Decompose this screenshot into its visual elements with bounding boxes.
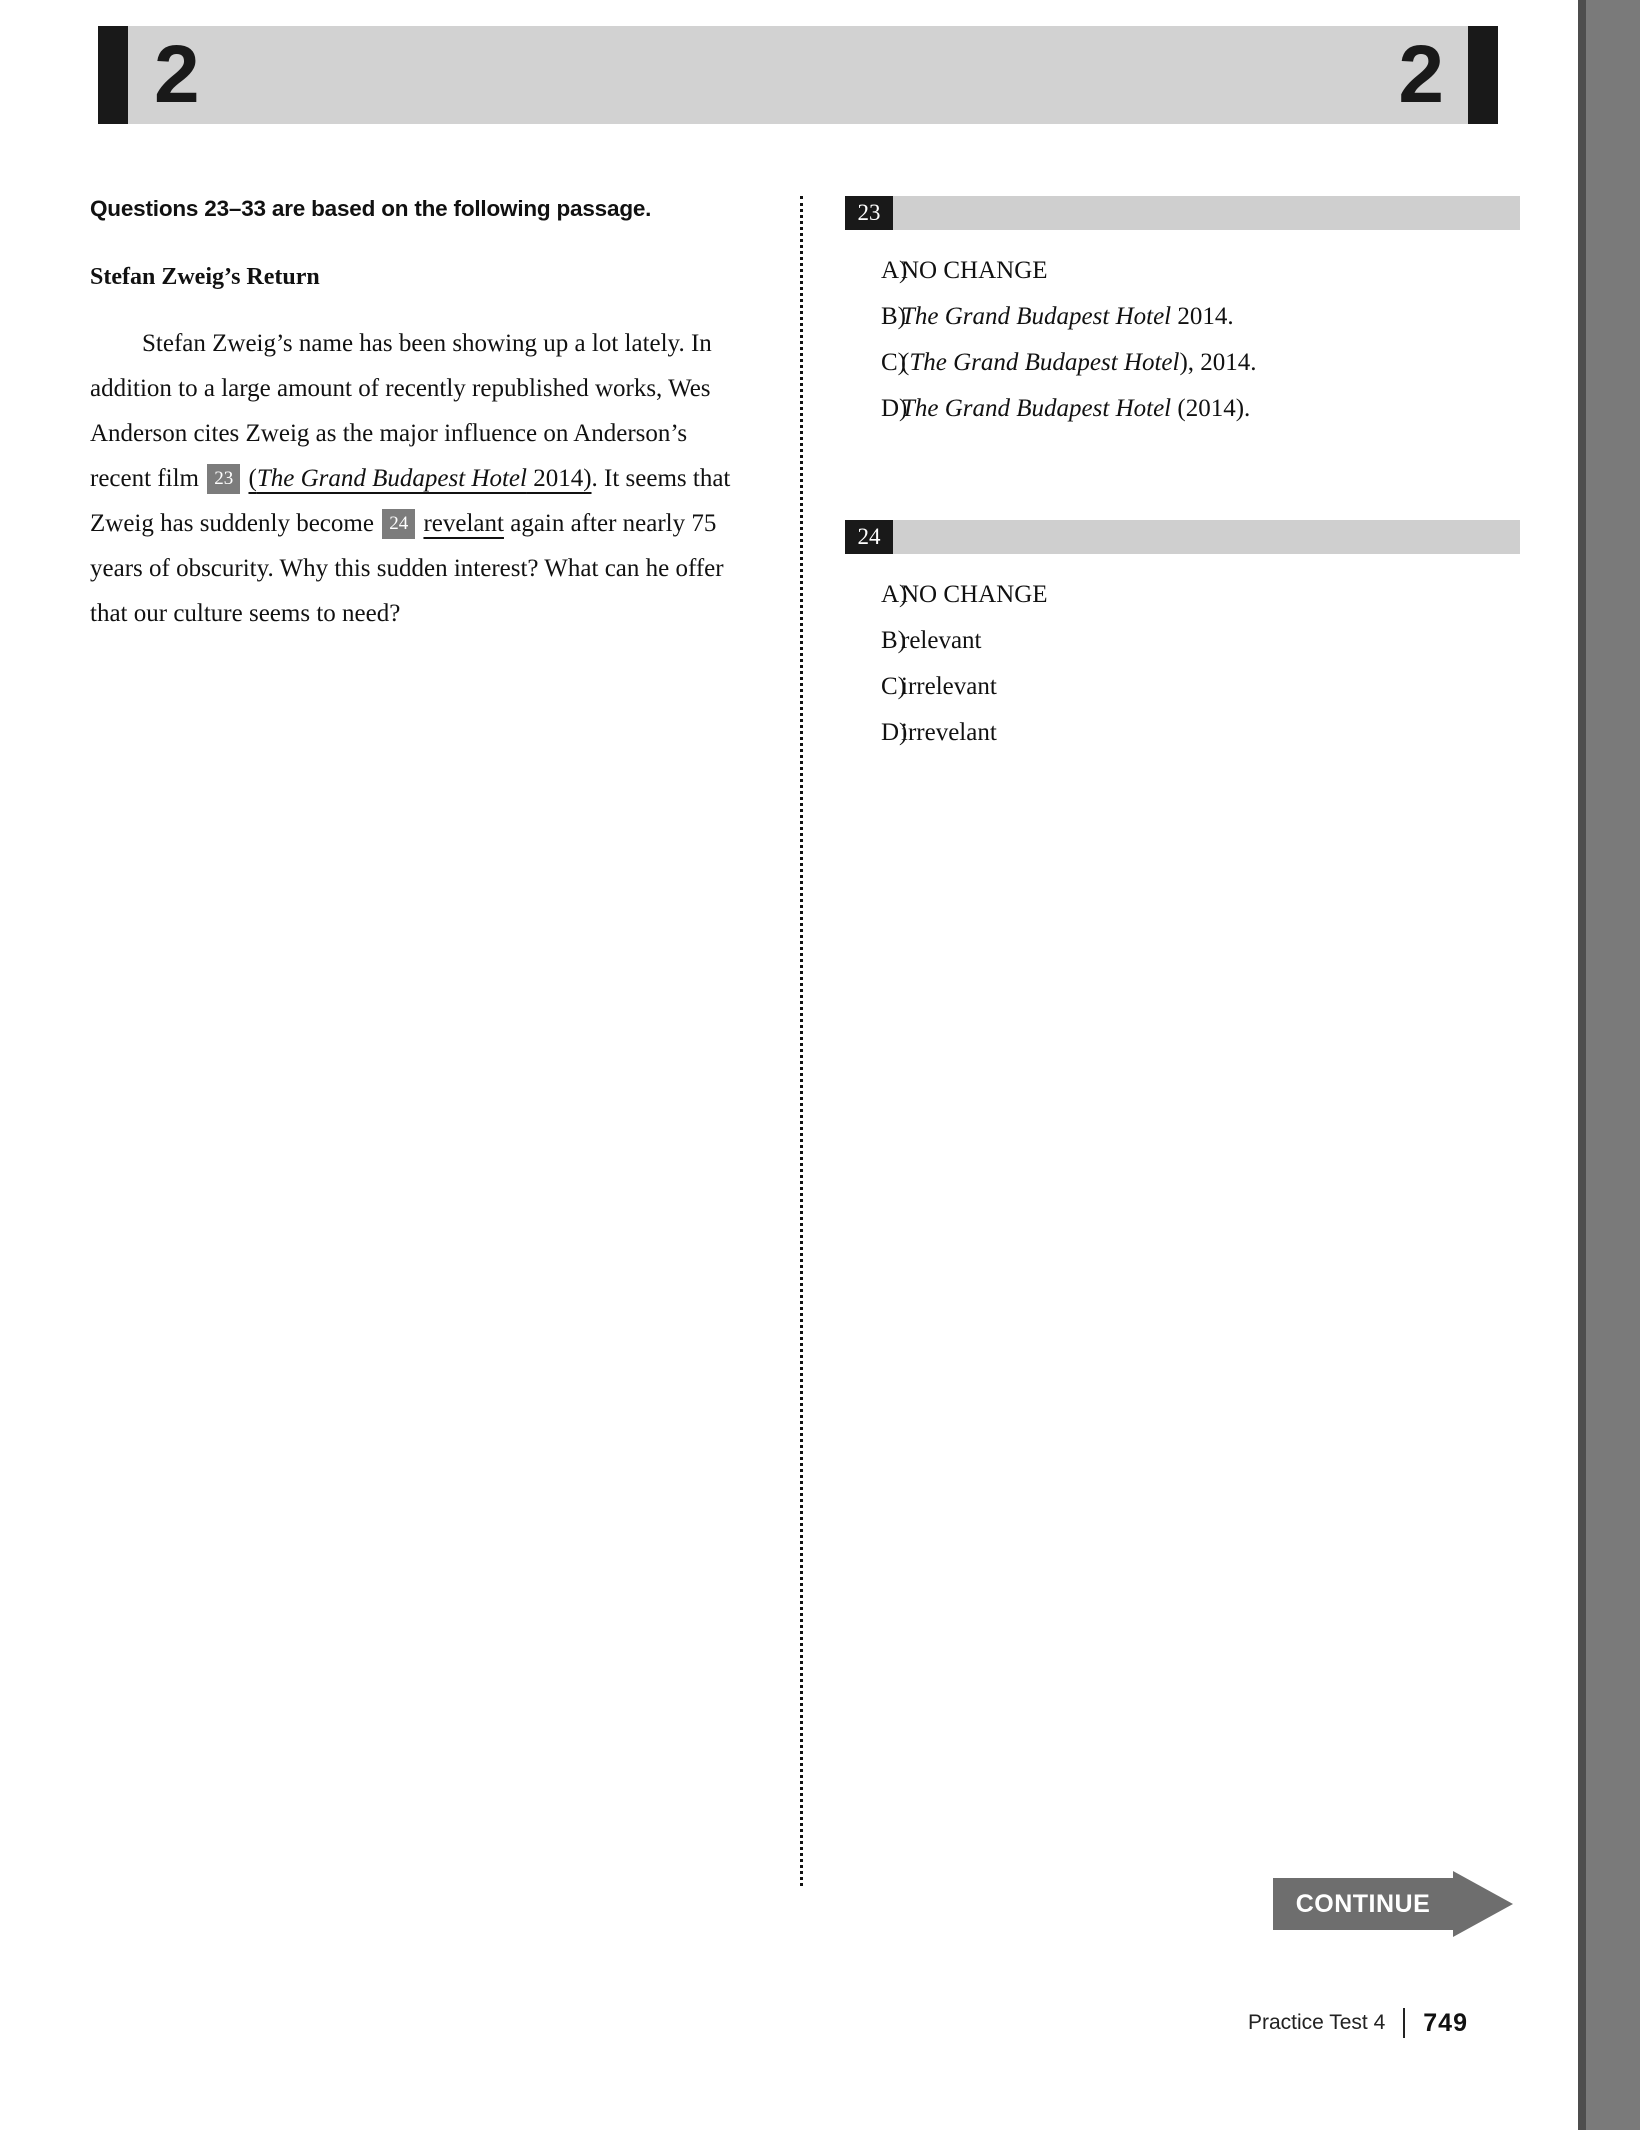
header-right-black-tab	[1468, 26, 1498, 124]
page-footer: Practice Test 4 749	[1248, 2008, 1468, 2038]
continue-banner[interactable]: CONTINUE	[1273, 1871, 1513, 1937]
film-title-italic: The Grand Budapest Hotel	[256, 465, 527, 492]
question-header-bar-23: 23	[845, 196, 1520, 230]
underlined-portion-24: revelant	[423, 510, 504, 537]
choice-text-24-d: irrevelant	[901, 719, 997, 746]
question-block-23: 23 A) NO CHANGE B) The Grand Budapest Ho…	[845, 196, 1520, 432]
questions-range-heading: Questions 23–33 are based on the followi…	[90, 196, 652, 221]
choice-label-23-c: C)	[881, 349, 906, 376]
choice-label-24-a: A)	[881, 581, 908, 608]
choice-row-24-d[interactable]: D) irrevelant	[845, 710, 1520, 756]
choice-tail-23-d: (2014).	[1171, 395, 1251, 422]
choice-text-24-c: irrelevant	[901, 673, 997, 700]
column-dotted-divider	[800, 196, 803, 1886]
choice-tail-23-b: 2014.	[1171, 303, 1234, 330]
choice-italic-23-c: The Grand Budapest Hotel	[909, 349, 1180, 376]
arrow-right-icon	[1453, 1871, 1513, 1937]
section-header-banner: 2 2	[98, 26, 1498, 124]
page-body: Questions 23–33 are based on the followi…	[90, 196, 1520, 1896]
choice-row-23-b[interactable]: B) The Grand Budapest Hotel 2014.	[845, 294, 1520, 340]
choice-text-23-a: NO CHANGE	[901, 257, 1048, 284]
test-page-sheet: 2 2 Questions 23–33 are based on the fol…	[0, 0, 1578, 2130]
continue-label: CONTINUE	[1295, 1890, 1431, 1918]
section-number-left: 2	[154, 29, 200, 120]
choice-text-23-c: (The Grand Budapest Hotel), 2014.	[901, 340, 1520, 386]
choice-label-24-b: B)	[881, 627, 906, 654]
choice-text-24-a: NO CHANGE	[901, 581, 1048, 608]
choice-text-23-d: The Grand Budapest Hotel (2014).	[901, 386, 1520, 432]
choice-row-24-b[interactable]: B) relevant	[845, 618, 1520, 664]
footer-page-number: 749	[1423, 2008, 1468, 2037]
choice-text-24-b: relevant	[901, 627, 982, 654]
question-number-24: 24	[845, 520, 893, 554]
question-header-bar-24: 24	[845, 520, 1520, 554]
underline-open-paren: (	[248, 465, 257, 492]
inline-question-marker-24[interactable]: 24	[382, 509, 416, 539]
choice-label-24-c: C)	[881, 673, 906, 700]
choice-row-24-c[interactable]: C) irrelevant	[845, 664, 1520, 710]
choice-row-24-a[interactable]: A) NO CHANGE	[845, 572, 1520, 618]
choice-row-23-c[interactable]: C) (The Grand Budapest Hotel), 2014.	[845, 340, 1520, 386]
passage-title: Stefan Zweig’s Return	[90, 264, 320, 290]
choice-label-24-d: D)	[881, 719, 908, 746]
choice-row-23-d[interactable]: D) The Grand Budapest Hotel (2014).	[845, 386, 1520, 432]
underlined-portion-23: (The Grand Budapest Hotel 2014)	[248, 465, 591, 492]
questions-column: 23 A) NO CHANGE B) The Grand Budapest Ho…	[845, 196, 1520, 844]
section-number-right: 2	[1398, 29, 1444, 120]
passage-column: Questions 23–33 are based on the followi…	[90, 196, 750, 636]
scan-gutter-edge	[1578, 0, 1586, 2130]
question-block-24: 24 A) NO CHANGE B) relevant C) irrelevan…	[845, 520, 1520, 756]
choice-italic-23-b: The Grand Budapest Hotel	[901, 303, 1172, 330]
choice-label-23-a: A)	[881, 257, 908, 284]
choice-label-23-d: D)	[881, 395, 908, 422]
scan-gutter-band	[1578, 0, 1640, 2130]
footer-test-name: Practice Test 4	[1247, 2011, 1386, 2034]
inline-question-marker-23[interactable]: 23	[207, 464, 241, 494]
choice-italic-23-d: The Grand Budapest Hotel	[901, 395, 1172, 422]
header-left-black-tab	[98, 26, 128, 124]
choice-label-23-b: B)	[881, 303, 906, 330]
question-number-23: 23	[845, 196, 893, 230]
passage-body-text: Stefan Zweig’s name has been showing up …	[90, 321, 750, 636]
choice-row-23-a[interactable]: A) NO CHANGE	[845, 248, 1520, 294]
choice-text-23-b: The Grand Budapest Hotel 2014.	[901, 294, 1520, 340]
header-gray-bar	[128, 26, 1468, 124]
choice-tail-23-c: ), 2014.	[1179, 349, 1257, 376]
footer-divider-rule	[1403, 2008, 1406, 2038]
underline-year-tail: 2014)	[526, 465, 592, 492]
